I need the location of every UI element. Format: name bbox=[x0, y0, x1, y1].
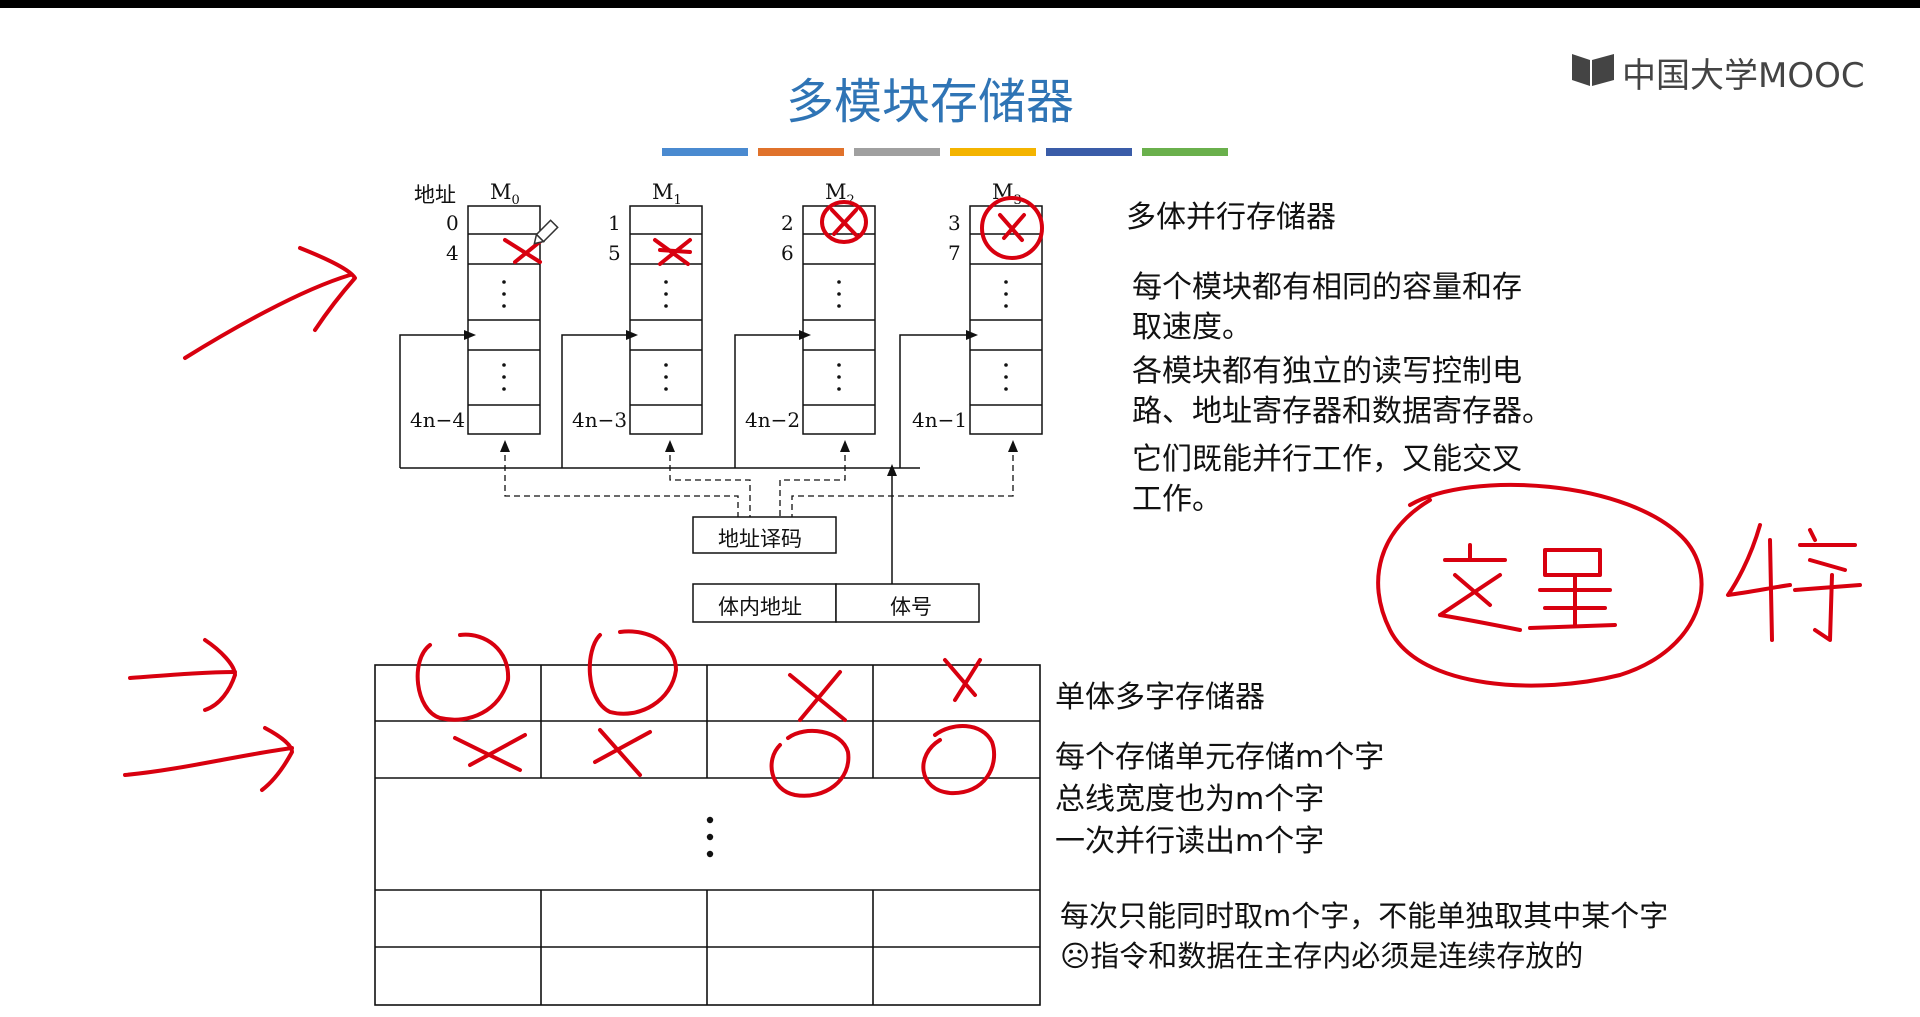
bank-name: M3 bbox=[992, 180, 1022, 209]
bank-first-address: 3 bbox=[948, 211, 961, 235]
ellipsis-dot bbox=[1004, 387, 1008, 391]
in-bank-address-label: 体内地址 bbox=[718, 595, 802, 619]
ellipsis-dot bbox=[837, 375, 841, 379]
single-bank-table bbox=[374, 664, 1041, 1006]
ellipsis-dot bbox=[664, 363, 668, 367]
ellipsis-dot bbox=[664, 280, 668, 284]
ellipsis-dot bbox=[1004, 375, 1008, 379]
single-bank-note-line: ☹指令和数据在主存内必须是连续存放的 bbox=[1060, 939, 1584, 973]
bank-first-address: 1 bbox=[608, 211, 621, 235]
multi-bank-desc-line: 它们既能并行工作，又能交叉 bbox=[1132, 442, 1522, 477]
color-bar-segment bbox=[662, 148, 748, 156]
multi-bank-desc-line: 工作。 bbox=[1132, 482, 1222, 517]
ellipsis-dot bbox=[502, 280, 506, 284]
ellipsis-dot bbox=[1004, 280, 1008, 284]
decoder-arrowheads bbox=[500, 440, 1018, 452]
ellipsis-dot bbox=[1004, 292, 1008, 296]
color-bar-segment bbox=[1046, 148, 1132, 156]
ellipsis-dot bbox=[1004, 363, 1008, 367]
address-label: 地址 bbox=[414, 183, 456, 207]
ellipsis-dot bbox=[664, 387, 668, 391]
color-bar bbox=[662, 148, 1234, 156]
color-bar-segment bbox=[758, 148, 844, 156]
ellipsis-dot bbox=[837, 292, 841, 296]
ellipsis-dot bbox=[664, 375, 668, 379]
single-bank-heading: 单体多字存储器 bbox=[1055, 680, 1265, 715]
logo-text: 中国大学MOOC bbox=[1622, 56, 1865, 96]
decoder-lines bbox=[504, 445, 1014, 517]
mooc-logo: 中国大学MOOC bbox=[1570, 48, 1865, 96]
bank-first-address: 0 bbox=[446, 211, 459, 235]
bank-second-address: 4 bbox=[446, 241, 459, 265]
color-bar-segment bbox=[950, 148, 1036, 156]
ellipsis-dot bbox=[502, 387, 506, 391]
page-title: 多模块存储器 bbox=[786, 74, 1075, 130]
ellipsis-dot bbox=[502, 375, 506, 379]
ellipsis-dot bbox=[837, 280, 841, 284]
ellipsis-dot bbox=[502, 363, 506, 367]
ellipsis-dot bbox=[837, 387, 841, 391]
vertical-ellipsis-icon bbox=[706, 816, 714, 858]
ellipsis-dot bbox=[837, 304, 841, 308]
bank-last-address: 4n−2 bbox=[745, 408, 801, 432]
multi-bank-desc-line: 各模块都有独立的读写控制电 bbox=[1132, 354, 1522, 389]
bank-name: M0 bbox=[490, 180, 520, 209]
book-icon bbox=[1572, 54, 1614, 86]
ellipsis-dot bbox=[502, 304, 506, 308]
bank-name: M1 bbox=[652, 180, 682, 209]
color-bar-segment bbox=[854, 148, 940, 156]
ellipsis-dot bbox=[837, 363, 841, 367]
multi-bank-heading: 多体并行存储器 bbox=[1126, 200, 1336, 235]
bank-first-address: 2 bbox=[781, 211, 794, 235]
ellipsis-dot bbox=[502, 292, 506, 296]
single-bank-desc-line: 一次并行读出m个字 bbox=[1055, 824, 1325, 859]
bank-name: M2 bbox=[825, 180, 855, 209]
bank-select-lines bbox=[399, 334, 970, 584]
ellipsis-dot bbox=[664, 304, 668, 308]
bank-last-address: 4n−4 bbox=[410, 408, 466, 432]
single-bank-desc-line: 总线宽度也为m个字 bbox=[1055, 782, 1325, 817]
bank-number-label: 体号 bbox=[890, 595, 932, 619]
decoder-label: 地址译码 bbox=[718, 527, 802, 551]
video-frame: 中国大学MOOC 多模块存储器 地址 M0 0 4 4n−4 M1 1 5 4n… bbox=[0, 0, 1920, 1017]
ellipsis-dot bbox=[1004, 304, 1008, 308]
bank-second-address: 5 bbox=[608, 241, 621, 265]
ellipsis-dot bbox=[664, 292, 668, 296]
color-bar-segment bbox=[1142, 148, 1228, 156]
single-bank-desc-line: 每个存储单元存储m个字 bbox=[1055, 740, 1385, 775]
multi-bank-desc-line: 每个模块都有相同的容量和存 bbox=[1132, 270, 1522, 305]
bank-second-address: 7 bbox=[948, 241, 961, 265]
multi-bank-desc-line: 取速度。 bbox=[1132, 310, 1252, 345]
bank-last-address: 4n−1 bbox=[912, 408, 968, 432]
bank-last-address: 4n−3 bbox=[572, 408, 628, 432]
single-bank-note-line: 每次只能同时取m个字，不能单独取其中某个字 bbox=[1060, 899, 1669, 933]
bank-select-arrowheads bbox=[464, 330, 978, 476]
multi-bank-desc-line: 路、地址寄存器和数据寄存器。 bbox=[1132, 394, 1552, 429]
multi-bank-diagram bbox=[399, 205, 1043, 623]
bank-second-address: 6 bbox=[781, 241, 794, 265]
